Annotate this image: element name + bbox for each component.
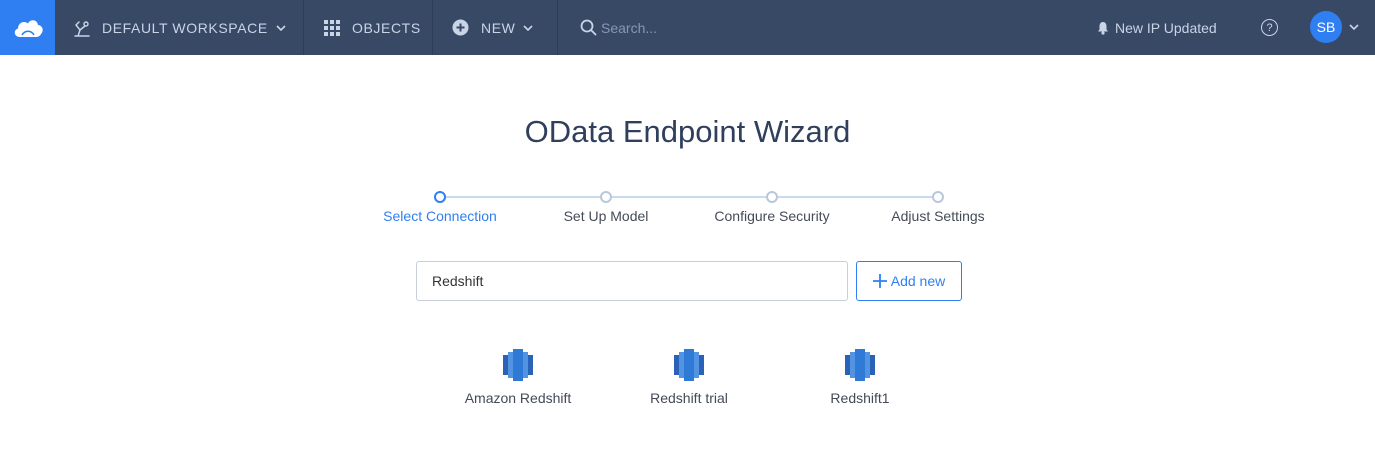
add-new-label: Add new bbox=[890, 273, 946, 289]
connection-card-amazon-redshift[interactable]: Amazon Redshift bbox=[438, 344, 598, 414]
stepper-track bbox=[440, 196, 938, 198]
step-dot-configure-security[interactable] bbox=[766, 191, 778, 203]
objects-menu[interactable]: OBJECTS bbox=[323, 0, 421, 55]
connection-card-redshift1[interactable]: Redshift1 bbox=[780, 344, 940, 414]
connection-name: Amazon Redshift bbox=[464, 390, 572, 406]
grid-icon bbox=[324, 19, 340, 36]
redshift-icon bbox=[845, 349, 875, 381]
notification-button[interactable]: New IP Updated bbox=[1097, 0, 1217, 55]
chevron-down-icon bbox=[523, 24, 534, 31]
nav-divider bbox=[557, 0, 558, 55]
connection-name: Redshift trial bbox=[650, 390, 728, 406]
cloud-icon bbox=[14, 19, 43, 37]
top-nav-bar: DEFAULT WORKSPACE OBJECTS NEW New bbox=[0, 0, 1375, 55]
page-title: OData Endpoint Wizard bbox=[524, 114, 851, 149]
home-logo[interactable] bbox=[0, 0, 55, 55]
connection-search-input[interactable] bbox=[416, 261, 848, 301]
new-menu[interactable]: NEW bbox=[452, 0, 534, 55]
notification-label: New IP Updated bbox=[1115, 19, 1217, 36]
workspace-icon bbox=[74, 20, 90, 37]
add-new-button[interactable]: Add new bbox=[856, 261, 962, 301]
redshift-icon bbox=[503, 349, 533, 381]
global-search bbox=[580, 0, 801, 55]
objects-label: OBJECTS bbox=[352, 19, 421, 36]
user-menu[interactable]: SB bbox=[1310, 11, 1359, 43]
redshift-icon bbox=[674, 349, 704, 381]
chevron-down-icon bbox=[1349, 24, 1359, 30]
chevron-down-icon bbox=[276, 24, 286, 31]
plus-icon bbox=[872, 274, 887, 288]
workspace-selector[interactable]: DEFAULT WORKSPACE bbox=[72, 0, 286, 55]
connection-card-redshift-trial[interactable]: Redshift trial bbox=[609, 344, 769, 414]
workspace-label: DEFAULT WORKSPACE bbox=[102, 19, 268, 36]
step-dot-set-up-model[interactable] bbox=[600, 191, 612, 203]
search-input[interactable] bbox=[601, 15, 801, 40]
step-dot-adjust-settings[interactable] bbox=[932, 191, 944, 203]
nav-divider bbox=[303, 0, 304, 55]
new-label: NEW bbox=[481, 19, 516, 36]
step-dot-select-connection[interactable] bbox=[434, 191, 446, 203]
avatar: SB bbox=[1310, 11, 1342, 43]
help-icon[interactable]: ? bbox=[1261, 19, 1278, 36]
bell-icon bbox=[1098, 21, 1108, 35]
plus-circle-icon bbox=[452, 19, 469, 36]
search-icon bbox=[580, 19, 597, 36]
connection-name: Redshift1 bbox=[830, 390, 890, 406]
step-adjust-settings[interactable]: Adjust Settings bbox=[838, 208, 1038, 224]
nav-divider bbox=[432, 0, 433, 55]
